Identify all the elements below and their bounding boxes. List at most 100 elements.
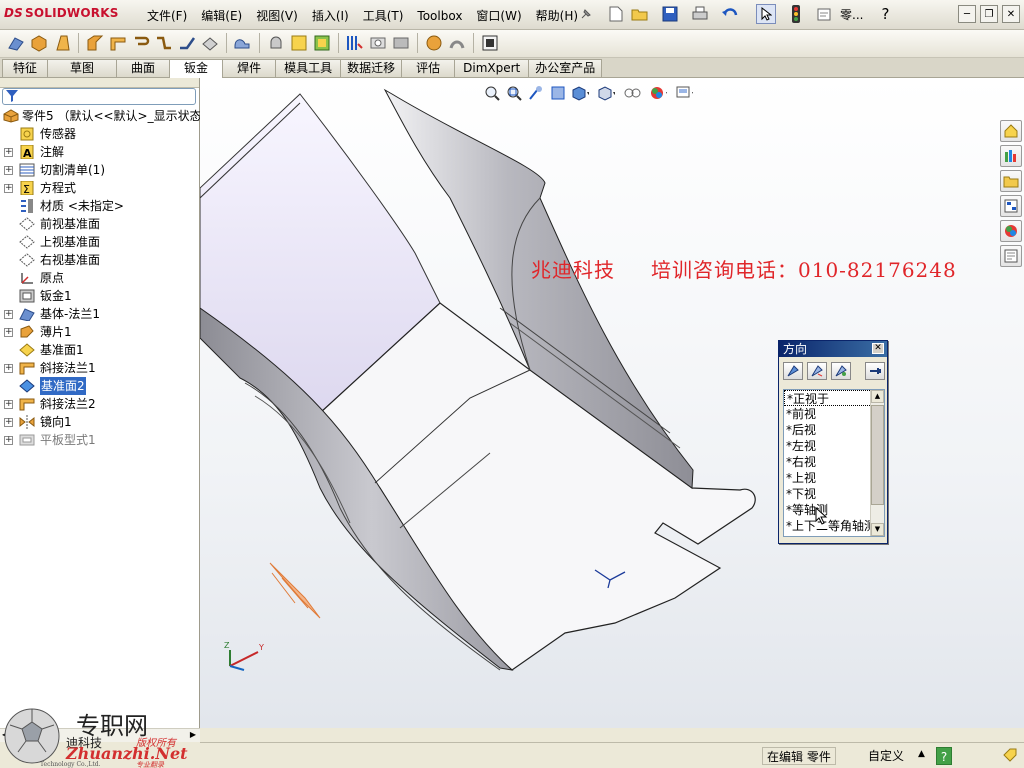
- scroll-thumb[interactable]: [871, 405, 884, 505]
- view-dimetric[interactable]: *上下二等角轴测: [784, 518, 884, 534]
- view-isometric[interactable]: *等轴测: [784, 502, 884, 518]
- tab-surfaces[interactable]: 曲面: [116, 59, 171, 77]
- pin-icon[interactable]: [576, 4, 596, 24]
- tree-item-plane1[interactable]: 基准面1: [0, 341, 199, 359]
- tag-icon[interactable]: [1002, 747, 1018, 763]
- tab-weldments[interactable]: 焊件: [222, 59, 277, 77]
- display-style-icon[interactable]: [597, 84, 615, 102]
- tree-root-part[interactable]: 零件5 （默认<<默认>_显示状态: [0, 107, 202, 125]
- menu-tools[interactable]: 工具(T): [356, 8, 411, 24]
- tree-item-plane2[interactable]: 基准面2: [0, 377, 199, 395]
- zoom-to-fit-icon[interactable]: [483, 84, 501, 102]
- expand-icon[interactable]: +: [4, 364, 13, 373]
- manager-tabs[interactable]: [0, 78, 199, 88]
- expand-icon[interactable]: +: [4, 310, 13, 319]
- expand-icon[interactable]: +: [4, 328, 13, 337]
- expand-icon[interactable]: +: [4, 418, 13, 427]
- rebuild-traffic-light-icon[interactable]: [786, 4, 806, 24]
- tree-item-flat-pattern1[interactable]: + 平板型式1: [0, 431, 199, 449]
- tab-features[interactable]: 特征: [2, 59, 49, 77]
- tab-sketch[interactable]: 草图: [47, 59, 118, 77]
- previous-view-icon[interactable]: [527, 84, 545, 102]
- view-orientation-list[interactable]: *正视于 *前视 *后视 *左视 *右视 *上视 *下视 *等轴测 *上下二等角…: [783, 389, 885, 537]
- tree-item-miter-flange1[interactable]: + 斜接法兰1: [0, 359, 199, 377]
- convert-to-sheet-metal-icon[interactable]: [29, 33, 49, 53]
- rip-icon[interactable]: [424, 33, 444, 53]
- insert-bends-icon[interactable]: [447, 33, 467, 53]
- jog-icon[interactable]: [154, 33, 174, 53]
- menu-insert[interactable]: 插入(I): [305, 8, 356, 24]
- hem-icon[interactable]: [131, 33, 151, 53]
- appearances-icon[interactable]: [1000, 220, 1022, 242]
- zoom-to-area-icon[interactable]: [505, 84, 523, 102]
- tree-item-base-flange1[interactable]: + 基体-法兰1: [0, 305, 199, 323]
- graphics-area[interactable]: Z Y ◧ ◨ ─ ❐ ✕ 兆迪科技培训咨询电话：010-82176248 方向: [200, 78, 1024, 728]
- closed-corner-icon[interactable]: [233, 33, 253, 53]
- custom-properties-icon[interactable]: [1000, 245, 1022, 267]
- extruded-cut-icon[interactable]: [345, 33, 365, 53]
- dialog-close-icon[interactable]: ✕: [872, 343, 884, 354]
- tree-item-right-plane[interactable]: 右视基准面: [0, 251, 199, 269]
- expand-icon[interactable]: +: [4, 436, 13, 445]
- view-back[interactable]: *后视: [784, 422, 884, 438]
- expand-icon[interactable]: +: [4, 166, 13, 175]
- close-icon[interactable]: ✕: [1002, 5, 1020, 23]
- view-orientation-icon[interactable]: [571, 84, 589, 102]
- tree-item-tab1[interactable]: + 薄片1: [0, 323, 199, 341]
- search-commands-label[interactable]: 零...: [840, 6, 863, 23]
- no-bends-icon[interactable]: [480, 33, 500, 53]
- undo-icon[interactable]: [720, 4, 740, 24]
- edit-appearance-icon[interactable]: [649, 84, 667, 102]
- menu-view[interactable]: 视图(V): [249, 8, 305, 24]
- tree-item-front-plane[interactable]: 前视基准面: [0, 215, 199, 233]
- forming-tool-icon[interactable]: [266, 33, 286, 53]
- expand-icon[interactable]: +: [4, 400, 13, 409]
- tree-item-origin[interactable]: 原点: [0, 269, 199, 287]
- view-normal-to[interactable]: *正视于: [784, 390, 884, 406]
- file-explorer-icon[interactable]: [1000, 170, 1022, 192]
- edge-flange-icon[interactable]: [85, 33, 105, 53]
- status-help[interactable]: ?: [936, 747, 952, 765]
- solidworks-resources-icon[interactable]: [1000, 120, 1022, 142]
- cross-break-icon[interactable]: [200, 33, 220, 53]
- tree-item-material[interactable]: 材质 <未指定>: [0, 197, 199, 215]
- view-right[interactable]: *右视: [784, 454, 884, 470]
- units-dropdown-icon[interactable]: ▲: [918, 749, 925, 759]
- select-pointer-icon[interactable]: [756, 4, 776, 24]
- tab-evaluate[interactable]: 评估: [401, 59, 456, 77]
- minimize-icon[interactable]: ─: [958, 5, 976, 23]
- expand-icon[interactable]: +: [4, 148, 13, 157]
- tree-item-annotations[interactable]: + A 注解: [0, 143, 199, 161]
- tree-item-mirror1[interactable]: + 镜向1: [0, 413, 199, 431]
- tab-dimxpert[interactable]: DimXpert: [454, 59, 530, 77]
- sketched-bend-icon[interactable]: [177, 33, 197, 53]
- print-icon[interactable]: [690, 4, 710, 24]
- menu-window[interactable]: 窗口(W): [469, 8, 528, 24]
- flatten-icon[interactable]: [312, 33, 332, 53]
- view-palette-icon[interactable]: [1000, 195, 1022, 217]
- tree-item-top-plane[interactable]: 上视基准面: [0, 233, 199, 251]
- new-view-icon[interactable]: [783, 362, 803, 380]
- unfold-icon[interactable]: [289, 33, 309, 53]
- design-library-icon[interactable]: [1000, 145, 1022, 167]
- dialog-pin-icon[interactable]: [865, 362, 885, 380]
- menu-file[interactable]: 文件(F): [140, 8, 194, 24]
- tree-filter-input[interactable]: [2, 88, 196, 105]
- tab-data-migration[interactable]: 数据迁移: [340, 59, 403, 77]
- status-units[interactable]: 自定义: [864, 747, 908, 765]
- view-front[interactable]: *前视: [784, 406, 884, 422]
- menu-toolbox[interactable]: Toolbox: [410, 8, 469, 24]
- reset-standard-views-icon[interactable]: [831, 362, 851, 380]
- open-folder-icon[interactable]: [630, 4, 650, 24]
- update-standard-views-icon[interactable]: [807, 362, 827, 380]
- tree-item-miter-flange2[interactable]: + 斜接法兰2: [0, 395, 199, 413]
- expand-icon[interactable]: +: [4, 184, 13, 193]
- tree-item-sheet-metal1[interactable]: 钣金1: [0, 287, 199, 305]
- tab-office-products[interactable]: 办公室产品: [528, 59, 603, 77]
- apply-scene-icon[interactable]: [675, 84, 693, 102]
- view-bottom[interactable]: *下视: [784, 486, 884, 502]
- simple-hole-icon[interactable]: [368, 33, 388, 53]
- tab-mold-tools[interactable]: 模具工具: [275, 59, 342, 77]
- hide-show-items-icon[interactable]: [623, 84, 641, 102]
- scroll-up-icon[interactable]: ▲: [871, 390, 884, 403]
